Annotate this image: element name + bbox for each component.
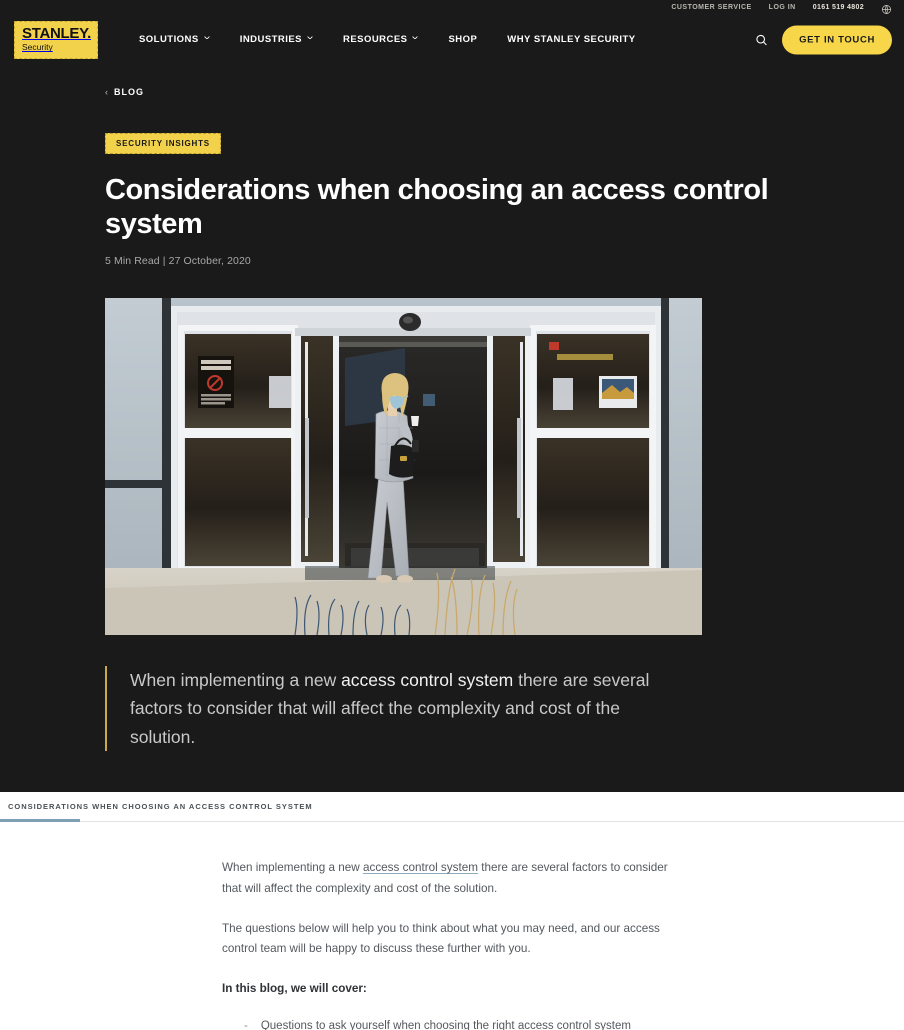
hero-image [105, 297, 702, 635]
hero-content: ‹ BLOG SECURITY INSIGHTS Considerations … [0, 64, 904, 792]
chevron-down-icon [204, 35, 210, 42]
article-bullet-list: - Questions to ask yourself when choosin… [244, 1017, 904, 1030]
nav-items: SOLUTIONS INDUSTRIES RESOURCES SHOP WHY … [124, 34, 651, 45]
utility-bar: CUSTOMER SERVICE LOG IN 0161 519 4802 [0, 0, 904, 15]
breadcrumb-blog[interactable]: ‹ BLOG [105, 87, 144, 97]
nav-item-label: WHY STANLEY SECURITY [507, 34, 636, 45]
category-badge[interactable]: SECURITY INSIGHTS [105, 132, 221, 154]
utility-phone[interactable]: 0161 519 4802 [813, 4, 864, 11]
access-control-system-link[interactable]: access control system [363, 861, 478, 874]
chevron-down-icon [412, 35, 419, 42]
logo-wordmark: STANLEY. [22, 25, 91, 43]
article-paragraph-1: When implementing a new access control s… [222, 858, 674, 900]
list-item-label: Questions to ask yourself when choosing … [260, 1020, 631, 1030]
page-root: CUSTOMER SERVICE LOG IN 0161 519 4802 ST… [0, 0, 904, 1030]
pull-quote: When implementing a new access control s… [105, 665, 680, 751]
utility-link-log-in[interactable]: LOG IN [769, 4, 796, 11]
chevron-down-icon [307, 35, 313, 42]
sticky-nav-item-article[interactable]: CONSIDERATIONS WHEN CHOOSING AN ACCESS C… [8, 792, 313, 821]
sticky-nav-active-indicator [0, 818, 80, 822]
hero-dark-region: CUSTOMER SERVICE LOG IN 0161 519 4802 ST… [0, 0, 904, 792]
pull-quote-accent: access control system [341, 669, 514, 690]
article-meta: 5 Min Read | 27 October, 2020 [105, 254, 251, 267]
logo-subtext: Security [22, 42, 53, 53]
search-icon[interactable] [755, 33, 768, 46]
article-paragraph-2: The questions below will help you to thi… [222, 921, 660, 956]
nav-item-why-stanley-security[interactable]: WHY STANLEY SECURITY [492, 34, 650, 45]
nav-item-shop[interactable]: SHOP [433, 34, 492, 45]
nav-right-actions: GET IN TOUCH [755, 25, 892, 54]
nav-item-resources[interactable]: RESOURCES [328, 34, 433, 45]
nav-item-solutions[interactable]: SOLUTIONS [124, 34, 225, 45]
utility-link-customer-service[interactable]: CUSTOMER SERVICE [671, 4, 751, 11]
main-navigation: STANLEY. Security SOLUTIONS INDUSTRIES R… [0, 15, 904, 64]
nav-item-label: SHOP [448, 34, 478, 45]
pull-quote-part1: When implementing a new [130, 669, 342, 690]
article-lead-in: In this blog, we will cover: [222, 982, 367, 996]
hero-bottom-spacer [105, 751, 904, 792]
sticky-section-nav: CONSIDERATIONS WHEN CHOOSING AN ACCESS C… [0, 791, 904, 822]
stanley-security-logo[interactable]: STANLEY. Security [14, 20, 98, 59]
breadcrumb-label: BLOG [114, 87, 144, 97]
globe-icon[interactable] [881, 2, 892, 14]
chevron-left-icon: ‹ [105, 86, 108, 97]
pull-quote-text: When implementing a new access control s… [130, 666, 680, 751]
nav-item-label: SOLUTIONS [139, 34, 199, 45]
article-body: When implementing a new access control s… [0, 822, 904, 1030]
bullet-marker: - [244, 1020, 248, 1030]
page-title: Considerations when choosing an access c… [105, 173, 769, 240]
paragraph-1-part-a: When implementing a new [222, 860, 363, 874]
list-item: - Questions to ask yourself when choosin… [244, 1017, 904, 1030]
nav-item-industries[interactable]: INDUSTRIES [225, 34, 328, 45]
get-in-touch-button[interactable]: GET IN TOUCH [782, 25, 892, 54]
nav-item-label: RESOURCES [343, 34, 408, 45]
nav-item-label: INDUSTRIES [239, 34, 302, 45]
